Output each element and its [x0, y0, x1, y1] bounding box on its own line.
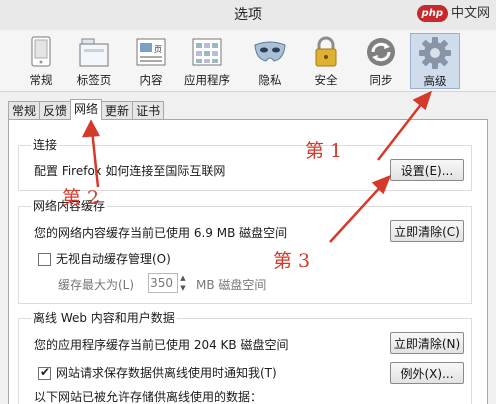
watermark-logo: php [416, 5, 448, 22]
tabs-icon [79, 38, 109, 67]
window-title: 选项 [234, 7, 262, 23]
offline-notify-label: 网站请求保存数据供离线使用时通知我(T) [56, 366, 277, 380]
clear-offline-button[interactable]: 立即清除(N) [390, 332, 464, 354]
annotation-step-3: 第 3 [273, 250, 311, 272]
toolbar-sync-label: 同步 [369, 73, 393, 87]
toolbar-privacy-label: 隐私 [258, 73, 282, 87]
watermark-text: 中文网 [450, 6, 490, 21]
override-cache-checkbox[interactable] [38, 253, 51, 266]
toolbar-content-label: 内容 [139, 73, 163, 87]
spinner-down-icon[interactable]: ▼ [178, 283, 188, 293]
toolbar-sync[interactable]: 同步 [356, 33, 406, 89]
sync-icon [367, 38, 395, 66]
advanced-gear-icon [419, 37, 451, 69]
offline-usage-text: 您的应用程序缓存当前已使用 204 KB 磁盘空间 [34, 338, 289, 352]
offline-group-title: 离线 Web 内容和用户数据 [31, 311, 177, 325]
connection-group-title: 连接 [31, 138, 60, 152]
toolbar-content[interactable]: 页 内容 [126, 33, 176, 89]
spinner-up-icon[interactable]: ▲ [178, 273, 188, 283]
applications-icon [192, 38, 222, 66]
toolbar-general[interactable]: 常规 [16, 33, 66, 89]
annotation-arrow-1-head [412, 90, 433, 111]
annotation-step-2: 第 2 [62, 187, 100, 209]
override-cache-label: 无视自动缓存管理(O) [56, 252, 171, 266]
subtab-feedback[interactable]: 反馈 [39, 101, 72, 120]
subtab-general[interactable]: 常规 [8, 101, 41, 120]
cache-limit-label: 缓存最大为(L) [58, 278, 135, 292]
options-toolbar: 常规 标签页 页 内容 应用程序 隐私 安全 同步 高级 [0, 30, 496, 92]
toolbar-applications-label: 应用程序 [184, 73, 230, 87]
toolbar-applications[interactable]: 应用程序 [182, 33, 232, 89]
content-icon: 页 [136, 38, 166, 66]
offline-exceptions-button[interactable]: 例外(X)... [390, 362, 464, 384]
security-lock-icon [315, 36, 337, 67]
cache-limit-spinner[interactable]: ▲ ▼ [178, 273, 188, 293]
subtab-certificates[interactable]: 证书 [132, 101, 165, 120]
svg-text:页: 页 [154, 45, 162, 54]
connection-description: 配置 Firefox 如何连接至国际互联网 [34, 164, 226, 178]
toolbar-advanced-label: 高级 [423, 74, 447, 88]
general-icon [31, 36, 51, 67]
offline-notify-checkbox[interactable] [38, 365, 51, 380]
toolbar-advanced[interactable]: 高级 [410, 33, 460, 89]
subtab-update[interactable]: 更新 [101, 101, 134, 120]
toolbar-tabs[interactable]: 标签页 [69, 33, 119, 89]
cache-limit-input[interactable]: 350 [148, 273, 178, 293]
subtab-network[interactable]: 网络 [70, 99, 103, 120]
advanced-subtabs: 常规 反馈 网络 更新 证书 [8, 99, 165, 120]
connection-settings-button[interactable]: 设置(E)... [390, 159, 464, 181]
cache-limit-unit: MB 磁盘空间 [196, 278, 267, 292]
clear-cache-button[interactable]: 立即清除(C) [390, 220, 464, 242]
toolbar-privacy[interactable]: 隐私 [245, 33, 295, 89]
cache-usage-text: 您的网络内容缓存当前已使用 6.9 MB 磁盘空间 [34, 226, 288, 240]
toolbar-general-label: 常规 [29, 73, 53, 87]
toolbar-security-label: 安全 [314, 73, 338, 87]
privacy-mask-icon [254, 41, 286, 62]
offline-list-label: 以下网站已被允许存储供离线使用的数据： [34, 390, 263, 404]
toolbar-security[interactable]: 安全 [301, 33, 351, 89]
toolbar-tabs-label: 标签页 [76, 73, 112, 87]
annotation-step-1: 第 1 [305, 140, 343, 162]
watermark: php 中文网 [416, 5, 490, 22]
